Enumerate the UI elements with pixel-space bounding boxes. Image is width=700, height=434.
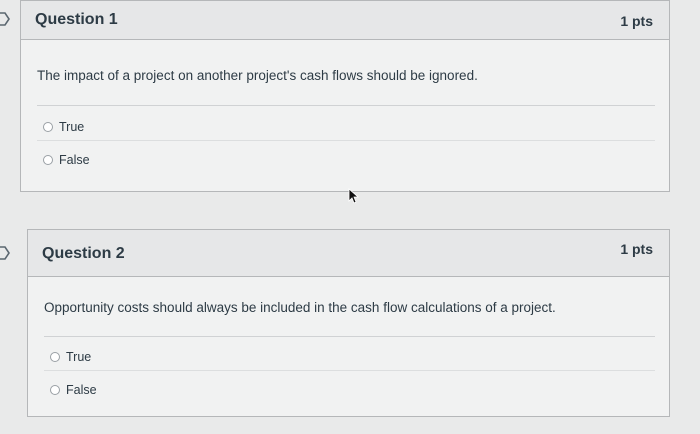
radio-button-icon[interactable]	[50, 352, 60, 362]
answer-label: True	[59, 120, 85, 134]
answer-option-false[interactable]: False	[50, 381, 97, 399]
divider	[37, 140, 655, 141]
flag-question-icon[interactable]	[0, 12, 12, 26]
question-points: 1 pts	[620, 13, 653, 29]
radio-button-icon[interactable]	[43, 155, 53, 165]
question-header: Question 2 1 pts	[28, 230, 669, 277]
question-card: Question 2 1 pts Opportunity costs shoul…	[27, 229, 670, 417]
question-title: Question 1	[35, 11, 118, 28]
divider	[44, 370, 655, 371]
question-title: Question 2	[42, 245, 125, 262]
flag-question-icon[interactable]	[0, 246, 12, 260]
answer-option-true[interactable]: True	[43, 118, 84, 136]
radio-button-icon[interactable]	[50, 385, 60, 395]
answer-label: False	[59, 153, 90, 167]
answer-option-true[interactable]: True	[50, 348, 91, 366]
question-header: Question 1 1 pts	[21, 1, 669, 40]
answer-option-false[interactable]: False	[43, 151, 90, 169]
radio-button-icon[interactable]	[43, 122, 53, 132]
question-points: 1 pts	[620, 241, 653, 257]
mouse-pointer-icon	[348, 188, 360, 204]
divider	[37, 105, 655, 106]
question-card: Question 1 1 pts The impact of a project…	[20, 0, 670, 192]
answer-label: True	[66, 350, 92, 364]
question-text: Opportunity costs should always be inclu…	[44, 300, 556, 315]
answer-label: False	[66, 383, 97, 397]
divider	[44, 336, 655, 337]
question-text: The impact of a project on another proje…	[37, 68, 478, 83]
